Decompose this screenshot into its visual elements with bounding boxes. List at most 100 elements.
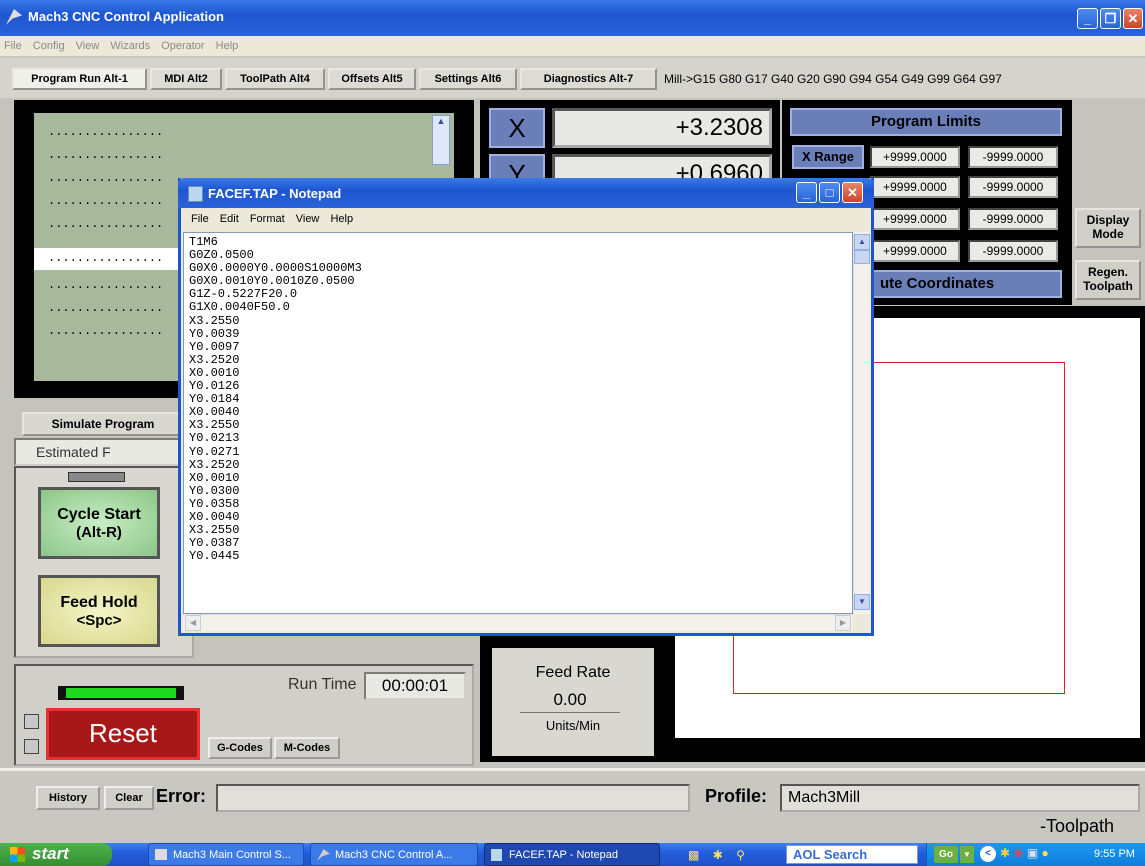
scroll-up-arrow-icon[interactable]: ▲ — [854, 234, 870, 250]
list-scrollbar[interactable]: ▲ — [432, 115, 450, 165]
a-range-min: +9999.0000 — [870, 240, 960, 262]
z-range-min: +9999.0000 — [870, 208, 960, 230]
windows-logo-icon — [10, 847, 25, 862]
start-button[interactable]: start — [0, 843, 112, 866]
app-menu-bar: File Config View Wizards Operator Help — [0, 36, 1145, 56]
notepad-menu-view[interactable]: View — [296, 213, 320, 225]
go-button[interactable]: Go — [934, 846, 958, 863]
y-range-min: +9999.0000 — [870, 176, 960, 198]
runner-icon[interactable]: ✱ — [713, 848, 723, 862]
notepad-close-button[interactable]: ✕ — [842, 182, 863, 203]
app-icon — [6, 9, 22, 25]
reset-led — [58, 686, 184, 700]
notepad-hscrollbar[interactable]: ◀ ▶ — [183, 614, 853, 631]
mcodes-button[interactable]: M-Codes — [274, 737, 340, 759]
back-icon[interactable]: < — [980, 846, 996, 862]
minimize-button[interactable]: _ — [1077, 8, 1098, 29]
simulate-program-button[interactable]: Simulate Program — [22, 412, 184, 436]
dropdown-arrow-icon[interactable]: ▼ — [960, 846, 974, 863]
feed-rate-value[interactable]: 0.00 — [520, 690, 620, 713]
error-field — [216, 784, 690, 812]
taskbar-item-mach3-main[interactable]: Mach3 Main Control S... — [148, 843, 304, 866]
tab-toolpath[interactable]: ToolPath Alt4 — [225, 68, 325, 90]
z-range-max: -9999.0000 — [968, 208, 1058, 230]
notepad-menu-edit[interactable]: Edit — [220, 213, 239, 225]
x-axis-button[interactable]: X — [489, 108, 545, 148]
display-mode-button[interactable]: Display Mode — [1075, 208, 1141, 248]
run-time-label: Run Time — [288, 676, 357, 693]
menu-file[interactable]: File — [4, 40, 22, 52]
notepad-content[interactable]: T1M6 G0Z0.0500 G0X0.0000Y0.0000S10000M3 … — [184, 233, 852, 563]
profile-field: Mach3Mill — [780, 784, 1140, 812]
toolpath-label: -Toolpath — [1040, 816, 1115, 836]
scroll-down-arrow-icon[interactable]: ▼ — [854, 594, 870, 610]
cycle-start-button[interactable]: Cycle Start (Alt-R) — [38, 487, 160, 559]
feed-hold-button[interactable]: Feed Hold <Spc> — [38, 575, 160, 647]
x-range-min: +9999.0000 — [870, 146, 960, 168]
menu-view[interactable]: View — [76, 40, 100, 52]
profile-label: Profile: — [705, 786, 768, 806]
tab-offsets[interactable]: Offsets Alt5 — [328, 68, 416, 90]
program-limits-title: Program Limits — [790, 108, 1062, 136]
modal-gcode-line: Mill->G15 G80 G17 G40 G20 G90 G94 G54 G4… — [664, 72, 1002, 86]
notepad-title-bar[interactable]: FACEF.TAP - Notepad _ □ ✕ — [178, 178, 874, 208]
notepad-minimize-button[interactable]: _ — [796, 182, 817, 203]
aol-search-field[interactable]: AOL Search — [786, 845, 918, 864]
restore-button[interactable]: ❐ — [1100, 8, 1121, 29]
scroll-thumb[interactable] — [854, 250, 870, 264]
tab-program-run[interactable]: Program Run Alt-1 — [12, 68, 147, 90]
menu-config[interactable]: Config — [33, 40, 65, 52]
feed-rate-label: Feed Rate — [535, 664, 611, 681]
search-icon[interactable]: ⚲ — [736, 848, 745, 862]
menu-help[interactable]: Help — [216, 40, 239, 52]
coordinates-label: ute Coordinates — [862, 270, 1062, 298]
feed-rate-panel: Feed Rate 0.00 Units/Min — [492, 648, 654, 756]
tab-mdi[interactable]: MDI Alt2 — [150, 68, 222, 90]
gcodes-button[interactable]: G-Codes — [208, 737, 272, 759]
list-item: ................ — [48, 278, 164, 292]
notepad-menu-format[interactable]: Format — [250, 213, 285, 225]
network-icon[interactable]: ▩ — [688, 848, 699, 862]
taskbar-item-mach3-cnc[interactable]: Mach3 CNC Control A... — [310, 843, 478, 866]
tab-settings[interactable]: Settings Alt6 — [419, 68, 517, 90]
antivirus-icon[interactable]: ❀ — [1013, 846, 1023, 860]
menu-wizards[interactable]: Wizards — [110, 40, 150, 52]
estimated-label: Estimated F — [14, 438, 194, 466]
menu-operator[interactable]: Operator — [161, 40, 204, 52]
app-title-bar[interactable]: Mach3 CNC Control Application _ ❐ ✕ — [0, 0, 1145, 36]
notepad-menu-bar: File Edit Format View Help — [181, 208, 871, 230]
notepad-menu-file[interactable]: File — [191, 213, 209, 225]
notepad-text-area[interactable]: T1M6 G0Z0.0500 G0X0.0000Y0.0000S10000M3 … — [183, 232, 853, 614]
list-item: ................ — [48, 148, 164, 162]
clock: 9:55 PM — [1094, 848, 1135, 860]
history-button[interactable]: History — [36, 786, 100, 810]
run-time-value: 00:00:01 — [364, 672, 466, 700]
y-range-max: -9999.0000 — [968, 176, 1058, 198]
x-range-label: X Range — [792, 145, 864, 169]
notepad-maximize-button[interactable]: □ — [819, 182, 840, 203]
tray-icons: ✱ ❀ ▣ ● — [1000, 846, 1060, 862]
picture-icon[interactable]: ▣ — [1027, 846, 1038, 860]
mach3-icon — [317, 849, 330, 861]
runner-tray-icon[interactable]: ✱ — [1000, 846, 1010, 860]
x-dro[interactable]: +3.2308 — [552, 108, 772, 148]
a-range-max: -9999.0000 — [968, 240, 1058, 262]
notepad-title: FACEF.TAP - Notepad — [208, 186, 342, 201]
scroll-right-arrow-icon[interactable]: ▶ — [835, 615, 851, 631]
regen-toolpath-button[interactable]: Regen. Toolpath — [1075, 260, 1141, 300]
aim-icon[interactable]: ● — [1042, 846, 1049, 860]
window-icon — [155, 849, 167, 860]
tab-diagnostics[interactable]: Diagnostics Alt-7 — [520, 68, 657, 90]
list-item: ................ — [48, 125, 164, 139]
reset-button[interactable]: Reset — [46, 708, 200, 760]
taskbar-item-notepad[interactable]: FACEF.TAP - Notepad — [484, 843, 660, 866]
scroll-left-arrow-icon[interactable]: ◀ — [185, 615, 201, 631]
app-title: Mach3 CNC Control Application — [28, 9, 224, 24]
close-button[interactable]: ✕ — [1123, 8, 1143, 29]
tray-quicklaunch: ▩ ✱ ⚲ — [688, 848, 778, 862]
cycle-led — [68, 472, 125, 482]
error-label: Error: — [156, 786, 207, 806]
notepad-menu-help[interactable]: Help — [330, 213, 353, 225]
notepad-vscrollbar[interactable]: ▲ ▼ — [853, 232, 870, 614]
clear-button[interactable]: Clear — [104, 786, 154, 810]
